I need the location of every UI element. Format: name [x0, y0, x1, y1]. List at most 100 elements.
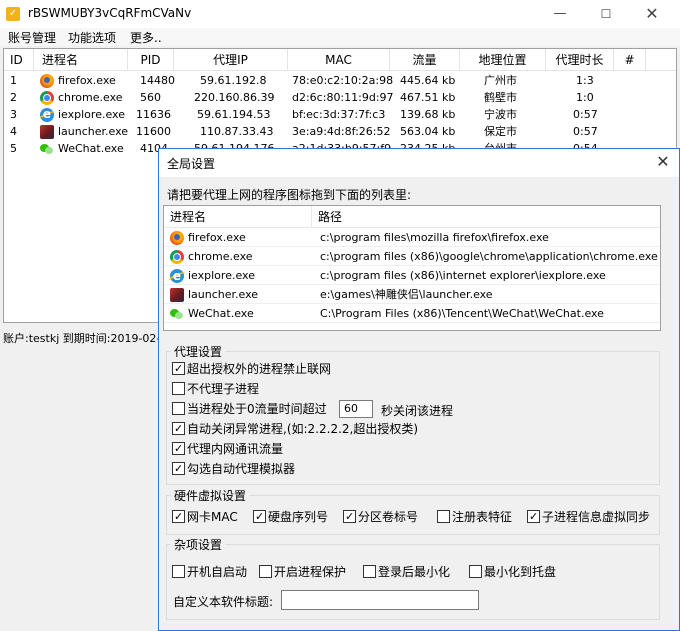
col-path[interactable]: 路径 — [312, 206, 660, 228]
list-item[interactable]: firefox.exe c:\program files\mozilla fir… — [164, 229, 660, 247]
cell-id: 1 — [10, 74, 17, 87]
table-row[interactable]: 4 launcher.exe 11600 110.87.33.43 3e:a9:… — [4, 123, 676, 140]
item-name: iexplore.exe — [188, 269, 255, 282]
proxy-program-list[interactable]: 进程名 路径 firefox.exe c:\program files\mozi… — [163, 205, 661, 331]
maximize-icon[interactable]: ☐ — [596, 4, 616, 24]
checkbox-box[interactable] — [172, 422, 185, 435]
checkbox-label: 硬盘序列号 — [268, 510, 329, 524]
checkbox-box[interactable] — [172, 510, 185, 523]
cell-ip: 110.87.33.43 — [200, 125, 274, 138]
auto-close-abnormal-checkbox[interactable]: 自动关闭异常进程,(如:2.2.2.2,超出授权类) — [172, 422, 418, 438]
misc-settings-group: 杂项设置 开机自启动 开启进程保护 登录后最小化 最小化到托盘 自定义本软件标题… — [166, 536, 660, 620]
cell-process: firefox.exe — [58, 74, 116, 87]
checkbox-box[interactable] — [343, 510, 356, 523]
checkbox-label: 勾选自动代理模拟器 — [187, 462, 296, 476]
dialog-title-bar: 全局设置 ✕ — [159, 149, 679, 177]
child-sync-checkbox[interactable]: 子进程信息虚拟同步 — [527, 510, 650, 526]
table-row[interactable]: 3 iexplore.exe 11636 59.61.194.53 bf:ec:… — [4, 106, 676, 123]
col-proxy-ip[interactable]: 代理IP — [174, 49, 288, 71]
idle-seconds-input[interactable]: 60 — [339, 400, 373, 418]
checkbox-label: 代理内网通讯流量 — [187, 442, 284, 456]
cell-traffic: 467.51 kb — [400, 91, 456, 104]
col-process[interactable]: 进程名 — [34, 49, 128, 71]
cell-id: 2 — [10, 91, 17, 104]
table-row[interactable]: 2 chrome.exe 560 220.160.86.39 d2:6c:80:… — [4, 89, 676, 106]
proxy-settings-title: 代理设置 — [171, 343, 226, 360]
close-icon[interactable]: ✕ — [642, 4, 662, 24]
minimize-icon[interactable]: — — [550, 4, 570, 24]
ie-icon — [170, 267, 184, 285]
launcher-icon — [170, 286, 184, 304]
list-item[interactable]: chrome.exe c:\program files (x86)\google… — [164, 248, 660, 266]
checkbox-label: 自动关闭异常进程,(如:2.2.2.2,超出授权类) — [187, 422, 419, 436]
checkbox-box[interactable] — [172, 565, 185, 578]
cell-traffic: 139.68 kb — [400, 108, 456, 121]
dialog-close-icon[interactable]: ✕ — [653, 152, 673, 172]
checkbox-box[interactable] — [527, 510, 540, 523]
item-name: WeChat.exe — [188, 307, 254, 320]
cell-mac: 78:e0:c2:10:2a:98 — [292, 74, 394, 87]
cell-process: chrome.exe — [58, 91, 123, 104]
wechat-icon — [40, 140, 54, 157]
cell-traffic: 445.64 kb — [400, 74, 456, 87]
cell-process: iexplore.exe — [58, 108, 125, 121]
program-list-header: 进程名 路径 — [164, 206, 660, 228]
minimize-after-login-checkbox[interactable]: 登录后最小化 — [363, 565, 450, 581]
col-id[interactable]: ID — [4, 49, 34, 71]
process-protect-checkbox[interactable]: 开启进程保护 — [259, 565, 346, 581]
menu-more[interactable]: 更多.. — [130, 29, 162, 46]
item-path: C:\Program Files (x86)\Tencent\WeChat\We… — [320, 307, 604, 320]
checkbox-box[interactable] — [172, 462, 185, 475]
idle-close-checkbox[interactable]: 当进程处于0流量时间超过 — [172, 402, 327, 418]
misc-settings-title: 杂项设置 — [171, 536, 226, 553]
lan-traffic-checkbox[interactable]: 代理内网通讯流量 — [172, 442, 283, 458]
launcher-icon — [40, 123, 54, 140]
col-pid[interactable]: PID — [128, 49, 174, 71]
checkbox-label: 超出授权外的进程禁止联网 — [187, 362, 332, 376]
checkbox-box[interactable] — [259, 565, 272, 578]
nic-mac-checkbox[interactable]: 网卡MAC — [172, 510, 238, 526]
col-location[interactable]: 地理位置 — [460, 49, 546, 71]
item-name: launcher.exe — [188, 288, 259, 301]
cell-traffic: 563.04 kb — [400, 125, 456, 138]
menu-functions[interactable]: 功能选项 — [68, 29, 116, 46]
volume-id-checkbox[interactable]: 分区卷标号 — [343, 510, 418, 526]
col-traffic[interactable]: 流量 — [390, 49, 460, 71]
col-hash[interactable]: # — [614, 49, 646, 71]
block-unauthorized-checkbox[interactable]: 超出授权外的进程禁止联网 — [172, 362, 331, 378]
checkbox-box[interactable] — [172, 362, 185, 375]
auto-emulator-checkbox[interactable]: 勾选自动代理模拟器 — [172, 462, 295, 478]
no-child-process-checkbox[interactable]: 不代理子进程 — [172, 382, 259, 398]
menu-account[interactable]: 账号管理 — [8, 29, 56, 46]
checkbox-box[interactable] — [363, 565, 376, 578]
col-process-name[interactable]: 进程名 — [164, 206, 312, 228]
table-row[interactable]: 1 firefox.exe 14480 59.61.192.8 78:e0:c2… — [4, 72, 676, 89]
list-item[interactable]: iexplore.exe c:\program files (x86)\inte… — [164, 267, 660, 285]
col-duration[interactable]: 代理时长 — [546, 49, 614, 71]
chrome-icon — [40, 89, 54, 106]
wechat-icon — [170, 305, 184, 323]
cell-process: WeChat.exe — [58, 142, 124, 155]
cell-ip: 59.61.194.53 — [197, 108, 271, 121]
cell-id: 5 — [10, 142, 17, 155]
list-item[interactable]: launcher.exe e:\games\神雕侠侣\launcher.exe — [164, 286, 660, 304]
item-path: c:\program files\mozilla firefox\firefox… — [320, 231, 549, 244]
checkbox-box[interactable] — [172, 382, 185, 395]
checkbox-label: 当进程处于0流量时间超过 — [187, 402, 327, 416]
checkbox-box[interactable] — [253, 510, 266, 523]
checkbox-box[interactable] — [469, 565, 482, 578]
checkbox-box[interactable] — [437, 510, 450, 523]
chrome-icon — [170, 248, 184, 266]
registry-checkbox[interactable]: 注册表特征 — [437, 510, 512, 526]
window-title: rBSWMUBY3vCqRFmCVaNv — [28, 6, 192, 20]
list-item[interactable]: WeChat.exe C:\Program Files (x86)\Tencen… — [164, 305, 660, 323]
minimize-to-tray-checkbox[interactable]: 最小化到托盘 — [469, 565, 556, 581]
custom-title-input[interactable] — [281, 590, 479, 610]
idle-seconds-suffix: 秒关闭该进程 — [381, 404, 454, 418]
cell-mac: d2:6c:80:11:9d:97 — [292, 91, 394, 104]
disk-serial-checkbox[interactable]: 硬盘序列号 — [253, 510, 328, 526]
checkbox-box[interactable] — [172, 442, 185, 455]
col-mac[interactable]: MAC — [288, 49, 390, 71]
checkbox-box[interactable] — [172, 402, 185, 415]
autostart-checkbox[interactable]: 开机自启动 — [172, 565, 247, 581]
